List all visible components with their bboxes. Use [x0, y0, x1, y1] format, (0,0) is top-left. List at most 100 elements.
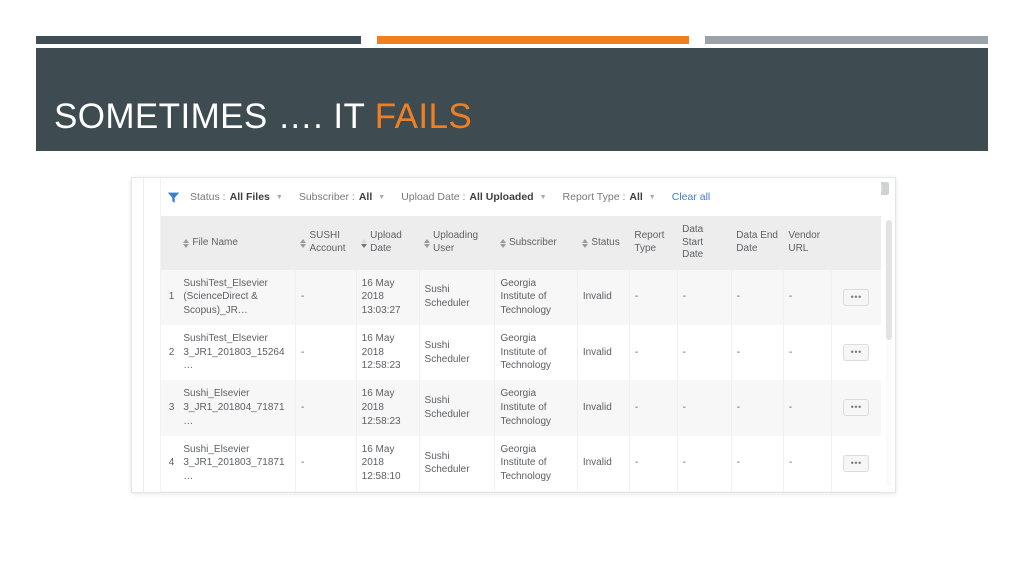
- column-subscriber-label: Subscriber: [508, 236, 557, 248]
- clear-all-link[interactable]: Clear all: [672, 191, 711, 203]
- panel-left-rail: [132, 178, 144, 492]
- cell-status: Invalid: [577, 324, 630, 381]
- sort-icon[interactable]: [499, 238, 506, 248]
- panel-scrollbar-thumb[interactable]: [886, 220, 892, 340]
- cell-uploading-user: Sushi Scheduler: [419, 380, 496, 436]
- column-uploading-user[interactable]: Uploading User: [419, 216, 495, 270]
- filter-funnel-icon: [167, 191, 180, 204]
- column-upload-date-label: Upload Date: [370, 230, 402, 254]
- filter-report-type-value: All: [629, 191, 643, 203]
- column-data-start-date: Data Start Date: [677, 216, 732, 270]
- filter-subscriber[interactable]: Subscriber : All ▼: [299, 191, 385, 203]
- column-status[interactable]: Status: [577, 216, 630, 270]
- row-actions-button[interactable]: •••: [843, 344, 870, 362]
- chevron-down-icon: ▼: [539, 193, 547, 201]
- title-banner: SOMETIMES …. IT FAILS: [36, 48, 988, 151]
- page-title-accent: FAILS: [374, 97, 473, 136]
- column-subscriber[interactable]: Subscriber: [494, 216, 578, 270]
- cell-data-end-date: -: [731, 380, 784, 436]
- cell-report-type: -: [629, 380, 678, 436]
- filter-report-type-label: Report Type :: [562, 191, 626, 203]
- cell-vendor-url: -: [783, 380, 832, 436]
- cell-sushi-account: -: [295, 435, 357, 492]
- cell-sushi-account: -: [295, 491, 357, 492]
- cell-upload-date: 16 May 2018 12:58:10: [356, 435, 420, 492]
- cell-data-end-date: -: [731, 435, 784, 492]
- cell-status: Invalid: [577, 435, 630, 492]
- cell-file-name: Sushi_Elsevier 3_JR1_201803_71871…: [178, 435, 296, 492]
- filter-upload-date-value: All Uploaded: [469, 191, 534, 203]
- cell-upload-date: 16 May 2018 13:03:27: [356, 269, 420, 325]
- page-title-main: SOMETIMES …. IT: [54, 97, 375, 136]
- column-upload-date[interactable]: Upload Date: [356, 216, 420, 270]
- chevron-down-icon: ▼: [378, 193, 386, 201]
- panel-scrollbar[interactable]: [886, 220, 892, 486]
- filter-status-value: All Files: [229, 191, 270, 203]
- table-row[interactable]: 5 Sushi_Elsevier 3_JR1_201802_71871… - 1…: [161, 491, 881, 492]
- table-header-row: File Name SUSHI Account Upload Date Uplo…: [161, 216, 881, 270]
- table-row[interactable]: 3 Sushi_Elsevier 3_JR1_201804_71871… - 1…: [161, 380, 881, 436]
- cell-actions: •••: [831, 380, 881, 436]
- column-uploading-user-label: Uploading User: [433, 230, 479, 254]
- cell-report-type: -: [629, 435, 678, 492]
- sort-icon[interactable]: [424, 238, 431, 248]
- cell-status: Invalid: [577, 491, 630, 492]
- filter-upload-date[interactable]: Upload Date : All Uploaded ▼: [401, 191, 546, 203]
- accent-bar-dark: [36, 36, 361, 44]
- cell-data-start-date: -: [677, 324, 732, 381]
- sort-icon[interactable]: [300, 238, 307, 248]
- row-actions-button[interactable]: •••: [843, 288, 870, 306]
- accent-bar-group: [36, 36, 988, 44]
- accent-bar-orange: [377, 36, 689, 44]
- cell-report-type: -: [629, 324, 678, 381]
- cell-vendor-url: -: [783, 435, 832, 492]
- cell-report-type: -: [629, 491, 678, 492]
- cell-sushi-account: -: [295, 324, 357, 381]
- table-row[interactable]: 4 Sushi_Elsevier 3_JR1_201803_71871… - 1…: [161, 435, 881, 492]
- filter-bar: Status : All Files ▼ Subscriber : All ▼ …: [161, 178, 881, 216]
- cell-file-name: Sushi_Elsevier 3_JR1_201804_71871…: [178, 380, 296, 436]
- filter-subscriber-value: All: [358, 191, 373, 203]
- filter-report-type[interactable]: Report Type : All ▼: [563, 191, 656, 203]
- cell-status: Invalid: [577, 269, 630, 325]
- accent-bar-gray: [705, 36, 988, 44]
- column-vendor-url: Vendor URL: [783, 216, 832, 270]
- cell-actions: •••: [831, 491, 881, 492]
- column-report-type: Report Type: [629, 216, 678, 270]
- cell-uploading-user: Sushi Scheduler: [419, 491, 496, 492]
- cell-data-start-date: -: [677, 435, 732, 492]
- sort-icon[interactable]: [582, 238, 589, 248]
- cell-data-start-date: -: [677, 380, 732, 436]
- accent-bar-gap-1: [361, 36, 377, 44]
- embedded-screenshot: Alt + S Status : All Files ▼ Subscriber …: [131, 177, 896, 493]
- cell-sushi-account: -: [295, 380, 357, 436]
- filter-status-label: Status :: [190, 191, 226, 203]
- table-row[interactable]: 1 SushiTest_Elsevier (ScienceDirect & Sc…: [161, 269, 881, 325]
- row-actions-button[interactable]: •••: [843, 399, 870, 417]
- sort-icon-active[interactable]: [361, 238, 368, 248]
- column-actions: [831, 216, 881, 270]
- table-body: 1 SushiTest_Elsevier (ScienceDirect & Sc…: [161, 269, 881, 492]
- column-data-start-date-label: Data Start Date: [682, 224, 704, 260]
- cell-data-end-date: -: [731, 324, 784, 381]
- cell-uploading-user: Sushi Scheduler: [419, 435, 496, 492]
- cell-data-start-date: -: [677, 491, 732, 492]
- file-table: File Name SUSHI Account Upload Date Uplo…: [161, 216, 881, 492]
- filter-upload-date-label: Upload Date :: [401, 191, 466, 203]
- row-actions-button[interactable]: •••: [843, 454, 870, 472]
- cell-file-name: SushiTest_Elsevier 3_JR1_201803_15264…: [178, 324, 296, 381]
- chevron-down-icon: ▼: [275, 193, 283, 201]
- filter-status[interactable]: Status : All Files ▼: [190, 191, 283, 203]
- filter-subscriber-label: Subscriber :: [298, 191, 355, 203]
- sort-icon[interactable]: [183, 238, 190, 248]
- cell-upload-date: 16 May 2018 12:58:23: [356, 380, 420, 436]
- panel-left-rail-inner: [144, 178, 161, 492]
- cell-file-name: SushiTest_Elsevier (ScienceDirect & Scop…: [178, 269, 296, 325]
- column-file-name[interactable]: File Name: [178, 216, 296, 270]
- table-row[interactable]: 2 SushiTest_Elsevier 3_JR1_201803_15264……: [161, 324, 881, 381]
- page-title: SOMETIMES …. IT FAILS: [54, 97, 472, 137]
- column-sushi-account[interactable]: SUSHI Account: [295, 216, 357, 270]
- cell-vendor-url: -: [783, 491, 832, 492]
- column-report-type-label: Report Type: [634, 230, 665, 254]
- cell-subscriber: Georgia Institute of Technology: [494, 269, 578, 325]
